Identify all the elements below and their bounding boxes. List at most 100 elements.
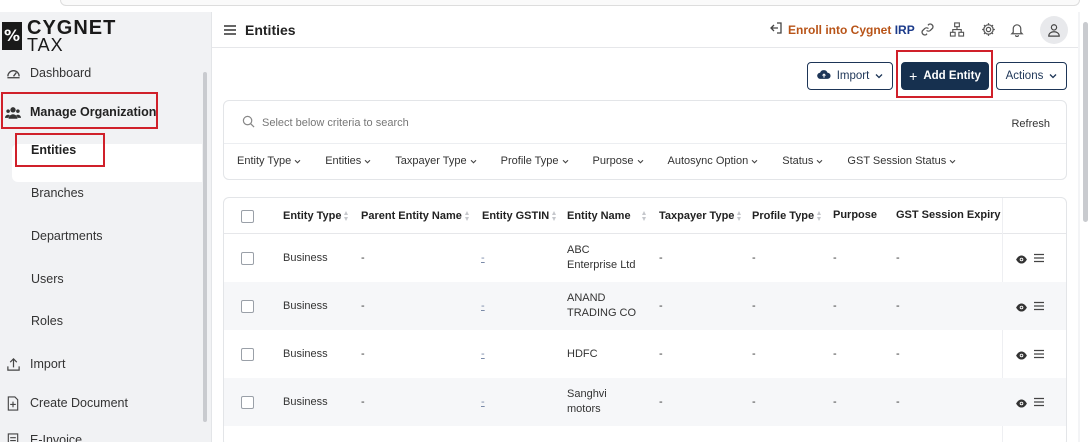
row-menu-icon[interactable] — [1034, 396, 1044, 410]
sidebar: % CYGNET TAX Dashboard Manage Organizati… — [0, 12, 212, 442]
actions-button[interactable]: Actions — [996, 62, 1067, 90]
sidebar-item-import[interactable]: Import — [0, 349, 200, 379]
sidebar-item-departments[interactable]: Departments — [0, 221, 200, 251]
cell-entity-name: ANAND TRADING CO — [567, 291, 636, 321]
column-header-profile-type[interactable]: Profile Type — [752, 209, 822, 223]
table-row[interactable]: Business - - Sanghvi motors - - - - — [224, 378, 1066, 426]
cell-gstin-link[interactable]: - — [481, 299, 485, 314]
cell-parent-entity: - — [361, 300, 365, 312]
filter-status[interactable]: Status — [782, 155, 823, 167]
filter-entities[interactable]: Entities — [325, 155, 371, 167]
cell-gstin-link[interactable]: - — [481, 251, 485, 266]
sort-icon[interactable] — [736, 209, 742, 223]
table-row[interactable]: Business - - ANAND TRADING CO - - - - — [224, 282, 1066, 330]
scrollbar-thumb[interactable] — [1083, 22, 1088, 222]
sidebar-item-users[interactable]: Users — [0, 264, 200, 294]
page-scrollbar[interactable] — [1080, 12, 1090, 442]
chevron-down-icon — [817, 159, 823, 164]
chevron-down-icon — [949, 159, 956, 164]
row-checkbox[interactable] — [241, 252, 254, 265]
sidebar-item-dashboard[interactable]: Dashboard — [0, 58, 200, 88]
org-chart-icon[interactable] — [948, 20, 966, 38]
refresh-button[interactable]: Refresh — [1011, 118, 1050, 130]
column-header-taxpayer-type[interactable]: Taxpayer Type — [659, 209, 742, 223]
sidebar-scrollbar[interactable] — [203, 72, 207, 422]
filter-autosync-option[interactable]: Autosync Option — [668, 155, 759, 167]
cell-gstin-link[interactable]: - — [481, 347, 485, 362]
sidebar-item-label: Dashboard — [30, 66, 92, 80]
entity-name-line1: ANAND — [567, 292, 606, 304]
column-label: Taxpayer Type — [659, 210, 735, 222]
row-menu-icon[interactable] — [1034, 348, 1044, 362]
link-icon[interactable] — [918, 20, 936, 38]
sidebar-item-roles[interactable]: Roles — [0, 306, 200, 336]
cell-gst-session-expiry: - — [896, 348, 900, 360]
sidebar-item-create-document[interactable]: Create Document — [0, 388, 200, 418]
column-header-entity-gstin[interactable]: Entity GSTIN — [482, 209, 557, 223]
filter-entity-type[interactable]: Entity Type — [237, 155, 301, 167]
chevron-down-icon — [470, 159, 477, 164]
settings-gear-icon[interactable] — [979, 20, 997, 38]
row-checkbox[interactable] — [241, 348, 254, 361]
column-header-entity-type[interactable]: Entity Type — [283, 209, 349, 223]
column-label: Purpose — [833, 209, 878, 221]
filter-gst-session-status[interactable]: GST Session Status — [847, 155, 956, 167]
sort-icon[interactable] — [641, 209, 647, 223]
brand-logo[interactable]: % CYGNET TAX — [0, 18, 120, 55]
row-menu-icon[interactable] — [1034, 252, 1044, 266]
sort-icon[interactable] — [816, 209, 822, 223]
top-header: Entities Enroll into Cygnet IRP — [212, 12, 1078, 48]
cell-entity-name: HDFC — [567, 347, 598, 362]
cell-entity-name: ABC Enterprise Ltd — [567, 243, 635, 273]
chevron-down-icon — [294, 159, 301, 164]
sidebar-item-e-invoice[interactable]: E-Invoice — [0, 425, 200, 442]
hamburger-menu-icon[interactable] — [224, 24, 236, 36]
chevron-down-icon — [1049, 70, 1057, 82]
enroll-icon — [768, 22, 782, 37]
filter-taxpayer-type[interactable]: Taxpayer Type — [395, 155, 477, 167]
import-button[interactable]: Import — [807, 62, 893, 90]
cell-entity-type: Business — [283, 300, 328, 312]
cell-purpose: - — [833, 252, 837, 264]
add-document-icon — [5, 395, 21, 411]
table-row[interactable]: Business - - HDFC - - - - — [224, 330, 1066, 378]
filter-purpose[interactable]: Purpose — [593, 155, 644, 167]
column-header-entity-name[interactable]: Entity Name — [567, 209, 647, 223]
view-eye-icon[interactable] — [1015, 253, 1028, 267]
sidebar-item-label: Departments — [31, 229, 103, 243]
column-header-gst-session-expiry[interactable]: GST Session Expiry — [896, 209, 1001, 221]
chevron-down-icon — [875, 70, 883, 82]
chevron-down-icon — [751, 159, 758, 164]
filter-profile-type[interactable]: Profile Type — [501, 155, 569, 167]
table-row[interactable]: Business - - ABC Enterprise Ltd - - - - — [224, 234, 1066, 282]
enroll-label: Enroll into Cygnet — [788, 22, 892, 37]
highlight-add-entity — [896, 50, 993, 98]
cell-entity-type: Business — [283, 396, 328, 408]
view-eye-icon[interactable] — [1015, 301, 1028, 315]
highlight-entities — [15, 133, 105, 167]
row-checkbox[interactable] — [241, 300, 254, 313]
column-label: Entity GSTIN — [482, 210, 550, 222]
sidebar-item-branches[interactable]: Branches — [0, 178, 200, 208]
sort-icon[interactable] — [551, 209, 557, 223]
search-input[interactable]: Select below criteria to search — [262, 117, 409, 129]
sidebar-item-label: Create Document — [30, 396, 128, 410]
row-checkbox[interactable] — [241, 396, 254, 409]
sidebar-item-label: Users — [31, 272, 64, 286]
row-menu-icon[interactable] — [1034, 300, 1044, 314]
view-eye-icon[interactable] — [1015, 349, 1028, 363]
select-all-checkbox[interactable] — [241, 210, 254, 223]
cell-gstin-link[interactable]: - — [481, 395, 485, 410]
entity-name-line1: HDFC — [567, 348, 598, 360]
view-eye-icon[interactable] — [1015, 397, 1028, 411]
sort-icon[interactable] — [464, 209, 470, 223]
sidebar-item-label: Import — [30, 357, 66, 371]
user-avatar[interactable] — [1040, 16, 1068, 44]
column-header-purpose[interactable]: Purpose — [833, 209, 877, 221]
cell-taxpayer-type: - — [659, 348, 663, 360]
bell-icon[interactable] — [1008, 20, 1026, 38]
sort-icon[interactable] — [343, 209, 349, 223]
column-header-parent-entity-name[interactable]: Parent Entity Name — [361, 209, 470, 223]
enroll-link[interactable]: Enroll into Cygnet IRP — [768, 22, 915, 37]
page-title: Entities — [245, 22, 296, 38]
